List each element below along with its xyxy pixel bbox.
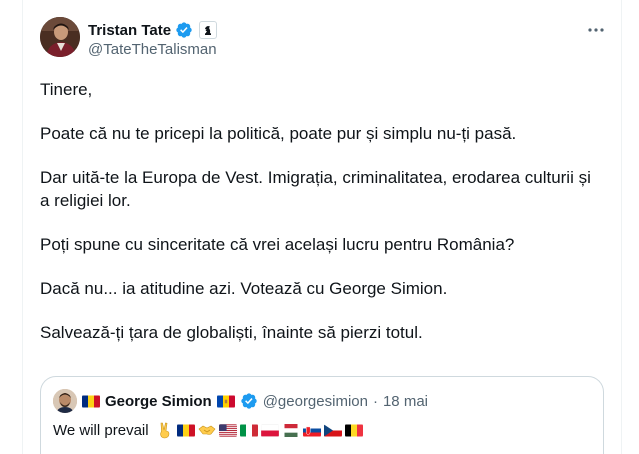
quote-author-name[interactable]: George Simion [105, 393, 212, 410]
quote-verified-badge-icon[interactable] [240, 392, 258, 410]
author-display-name[interactable]: Tristan Tate [88, 22, 171, 39]
quote-separator: · [372, 392, 378, 410]
tweet-paragraph: Dar uită-te la Europa de Vest. Imigrația… [40, 168, 591, 210]
handshake-icon [198, 421, 216, 439]
more-options-button[interactable] [584, 20, 608, 40]
romania-flag [176, 424, 195, 437]
quote-date[interactable]: 18 mai [383, 393, 428, 410]
usa-flag [218, 423, 237, 437]
quoted-tweet-card[interactable]: George Simion @georgesimion · 18 mai We … [40, 376, 604, 454]
victory-hand-icon [156, 421, 174, 439]
chess-knight-icon[interactable] [199, 21, 218, 39]
quote-text-row: We will prevail [53, 419, 363, 441]
slovakia-flag [302, 424, 321, 437]
author-handle[interactable]: @TateTheTalisman [88, 41, 217, 58]
moldova-flag [216, 395, 235, 408]
author-name-row: Tristan Tate [88, 20, 218, 40]
quote-author-handle[interactable]: @georgesimion [263, 393, 368, 410]
quote-text: We will prevail [53, 421, 149, 439]
tweet-page: Tristan Tate @TateTheTalisman Tinere, Po… [0, 0, 639, 454]
hungary-flag [282, 423, 300, 437]
tweet-paragraph: Poate că nu te pricepi la politică, poat… [40, 124, 517, 143]
quote-author-avatar[interactable] [53, 389, 77, 413]
tweet-paragraph: Poți spune cu sinceritate că vrei acelaș… [40, 235, 515, 254]
verified-badge-icon[interactable] [175, 21, 193, 39]
italy-flag [239, 424, 258, 437]
tweet-text: Tinere, Poate că nu te pricepi la politi… [40, 78, 600, 365]
quote-header: George Simion @georgesimion · 18 mai [53, 389, 428, 413]
tweet-paragraph: Dacă nu... ia atitudine azi. Votează cu … [40, 279, 448, 298]
timeline-right-border [621, 0, 622, 454]
poland-flag [260, 423, 279, 437]
tweet-paragraph: Tinere, [40, 80, 93, 99]
author-avatar[interactable] [40, 17, 80, 57]
timeline-left-border [22, 0, 23, 454]
romania-flag [82, 395, 100, 408]
more-options-icon [588, 28, 604, 32]
czechia-flag [323, 424, 342, 437]
belgium-flag [344, 424, 363, 437]
tweet-paragraph: Salvează-ți țara de globaliști, înainte … [40, 323, 423, 342]
